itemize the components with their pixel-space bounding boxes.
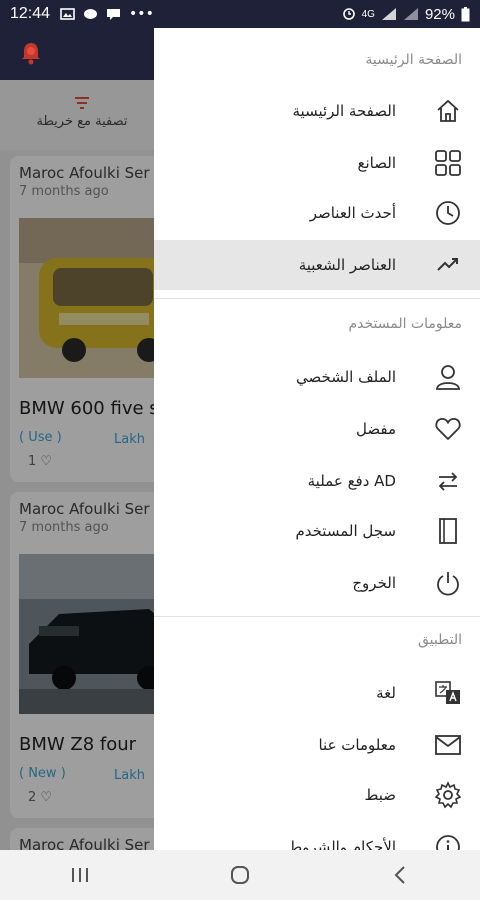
menu-item-label: سجل المستخدم <box>295 522 396 540</box>
home-icon <box>434 97 462 125</box>
menu-item-label: معلومات عنا <box>318 736 396 754</box>
recent-apps-button[interactable] <box>60 855 100 895</box>
menu-item-latest[interactable]: أحدث العناصر <box>154 188 480 238</box>
notification-bell-icon[interactable] <box>18 40 44 66</box>
menu-item-label: ضبط <box>364 786 396 804</box>
more-notifications-icon: ••• <box>129 6 154 22</box>
menu-item-label: الصانع <box>357 154 396 172</box>
settings-icon <box>434 781 462 809</box>
menu-item-label: الملف الشخصي <box>296 368 396 386</box>
menu-item-label: أحدث العناصر <box>309 204 396 222</box>
network-4g-icon: 4G <box>361 8 375 20</box>
back-button[interactable] <box>380 855 420 895</box>
alarm-icon <box>342 8 355 20</box>
chat-bubble-icon <box>84 9 98 19</box>
menu-item-profile[interactable]: الملف الشخصي <box>154 352 480 402</box>
navigation-drawer: الصفحة الرئيسية الصفحة الرئيسية الصانع أ… <box>154 28 480 850</box>
menu-item-language[interactable]: لغة <box>154 668 480 718</box>
menu-item-label: لغة <box>376 684 396 702</box>
menu-item-settings[interactable]: ضبط <box>154 770 480 820</box>
menu-item-favorites[interactable]: مفضل <box>154 404 480 454</box>
menu-item-logout[interactable]: الخروج <box>154 558 480 608</box>
menu-item-label: الأحكام والشروط <box>288 838 396 850</box>
recent-apps-icon <box>72 868 88 882</box>
menu-item-label: العناصر الشعبية <box>298 256 396 274</box>
menu-item-terms[interactable]: الأحكام والشروط <box>154 822 480 850</box>
menu-item-home[interactable]: الصفحة الرئيسية <box>154 86 480 136</box>
menu-item-manufacturer[interactable]: الصانع <box>154 138 480 188</box>
signal-icon <box>381 8 396 20</box>
back-icon <box>394 866 405 884</box>
system-navigation-bar <box>0 850 480 900</box>
info-icon <box>434 833 462 850</box>
menu-item-popular[interactable]: العناصر الشعبية <box>154 240 480 290</box>
mail-icon <box>434 731 462 759</box>
clock-icon <box>434 199 462 227</box>
heart-icon <box>434 415 462 443</box>
section-header-user-info: معلومات المستخدم <box>348 316 462 332</box>
trending-icon <box>434 251 462 279</box>
message-icon <box>107 9 121 20</box>
menu-item-label: مفضل <box>356 420 396 438</box>
book-icon <box>434 517 462 545</box>
battery-icon <box>461 6 470 21</box>
menu-item-user-log[interactable]: سجل المستخدم <box>154 506 480 556</box>
menu-item-label: دفع عملية AD <box>307 472 396 490</box>
person-icon <box>434 363 462 391</box>
signal-2-icon <box>403 8 418 20</box>
grid-icon <box>434 149 462 177</box>
swap-icon <box>434 467 462 495</box>
home-nav-icon <box>231 866 249 884</box>
menu-item-about[interactable]: معلومات عنا <box>154 720 480 770</box>
status-time: 12:44 <box>10 5 51 22</box>
home-nav-button[interactable] <box>220 855 260 895</box>
section-header-home: الصفحة الرئيسية <box>365 52 462 68</box>
menu-item-ad-payment[interactable]: دفع عملية AD <box>154 456 480 506</box>
status-bar: 12:44 ••• 4G 92% <box>0 0 480 28</box>
menu-item-label: الصفحة الرئيسية <box>292 102 397 120</box>
battery-percent: 92% <box>424 5 455 23</box>
section-header-app: التطبيق <box>418 632 462 648</box>
divider <box>154 298 480 299</box>
translate-icon <box>434 679 462 707</box>
power-icon <box>434 569 462 597</box>
divider <box>154 616 480 617</box>
gallery-icon <box>60 8 75 20</box>
menu-item-label: الخروج <box>352 574 396 592</box>
